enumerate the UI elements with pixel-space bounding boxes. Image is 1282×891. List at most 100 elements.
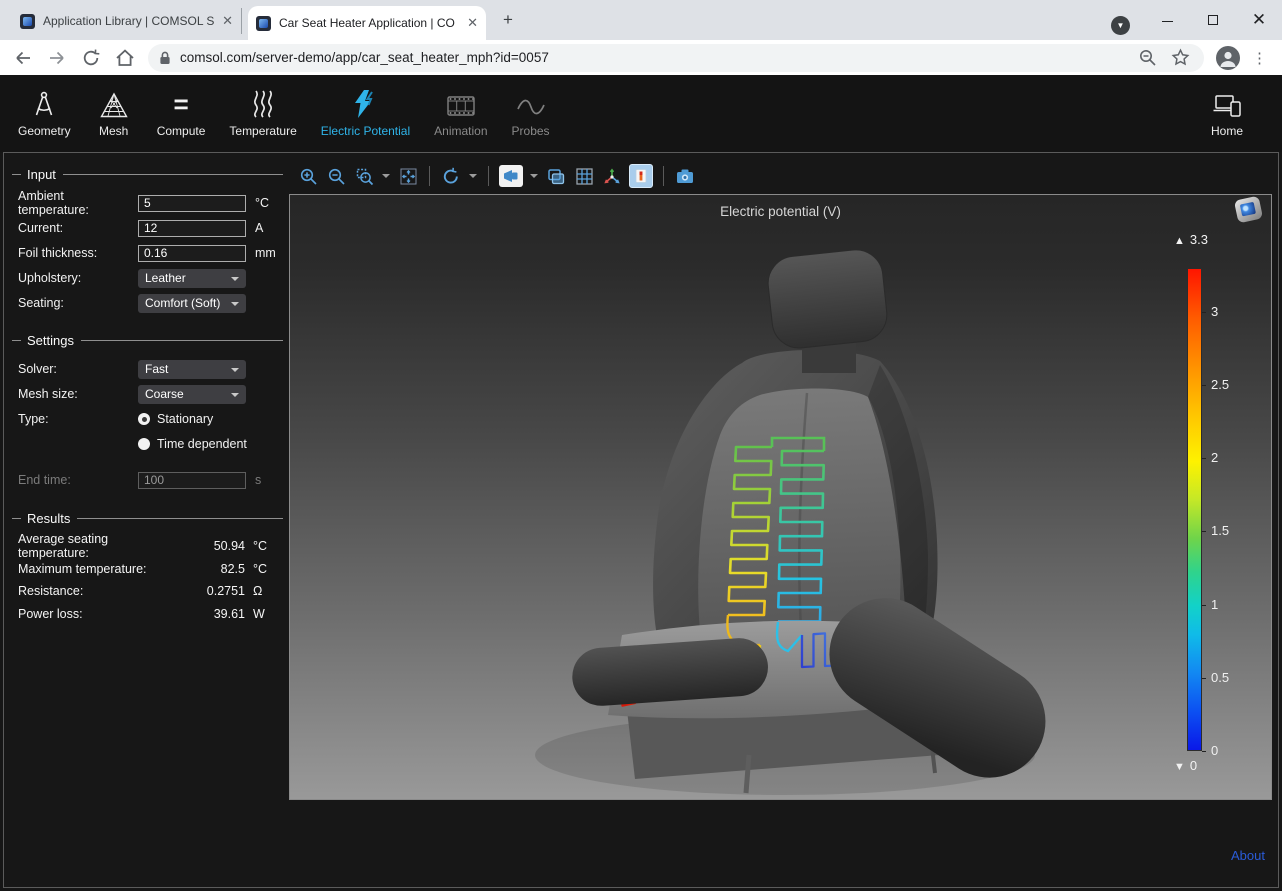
radio-stationary[interactable] [138,413,150,425]
ribbon-electric-potential-button[interactable]: Electric Potential [309,85,422,140]
comsol-favicon [256,16,271,31]
colorbar-tick: 0 [1211,743,1251,758]
tab-title: Application Library | COMSOL Se [43,14,214,28]
tab-close-icon[interactable]: ✕ [222,13,233,29]
field-type: Type: Stationary [18,407,281,431]
field-solver: Solver: Fast [18,357,281,381]
grid-icon[interactable] [573,165,595,187]
zoom-out-page-icon[interactable] [1138,48,1157,67]
geometry-icon [30,87,58,119]
scene-light-caret-icon[interactable] [530,174,538,178]
compute-icon: = [173,87,188,119]
screenshot-icon[interactable] [674,165,696,187]
plot-canvas[interactable]: Electric potential (V) ▲3.3 ▼0 3 2.5 2 1… [289,194,1272,800]
zoom-in-icon[interactable] [297,165,319,187]
zoom-out-icon[interactable] [325,165,347,187]
about-link[interactable]: About [1231,848,1265,863]
colorbar-tick: 3 [1211,304,1251,319]
browser-menu-icon[interactable]: ⋮ [1252,49,1267,67]
ribbon-home-button[interactable]: Home [1196,85,1258,140]
colorbar-tick: 2 [1211,450,1251,465]
result-power-loss: Power loss: 39.61 W [18,603,279,626]
address-bar: comsol.com/server-demo/app/car_seat_heat… [0,40,1282,75]
tab-close-icon[interactable]: ✕ [467,15,478,31]
tab-car-seat-heater[interactable]: Car Seat Heater Application | CO ✕ [248,6,486,40]
lock-icon [158,50,172,66]
app-ribbon: Geometry Mesh = Compute Temperature Elec… [0,75,1282,152]
profile-avatar[interactable] [1216,46,1240,70]
field-current: Current: A [18,216,281,240]
color-legend-icon[interactable] [629,164,653,188]
toolbar-separator [663,166,664,186]
ribbon-temperature-button[interactable]: Temperature [217,85,308,140]
forward-icon[interactable] [46,47,68,69]
colorbar-tick: 2.5 [1211,377,1251,392]
field-end-time: End time: s [18,468,281,492]
car-seat-plot [290,195,1272,800]
toolbar-separator [429,166,430,186]
ribbon-probes-button: Probes [500,85,562,140]
colorbar-tick: 1.5 [1211,523,1251,538]
sidebar: Input Ambient temperature: °C Current: A… [4,153,289,887]
rotate-caret-icon[interactable] [469,174,477,178]
field-ambient-temperature: Ambient temperature: °C [18,191,281,215]
close-button[interactable]: ✕ [1236,10,1282,30]
graphics-toolbar [297,163,696,189]
seating-dropdown[interactable]: Comfort (Soft) [138,294,246,313]
browser-update-icon[interactable]: ▼ [1111,16,1130,35]
field-foil-thickness: Foil thickness: mm [18,241,281,265]
animation-icon [446,87,476,119]
result-average-seating-temperature: Average seating temperature: 50.94 °C [18,535,279,558]
axes-icon[interactable] [601,165,623,187]
colorbar-min-label: ▼0 [1174,758,1197,773]
tab-title: Car Seat Heater Application | CO [279,16,459,30]
ambient-temperature-input[interactable] [138,195,246,212]
color-bar [1187,268,1202,751]
end-time-input [138,472,246,489]
transparency-icon[interactable] [545,165,567,187]
tab-application-library[interactable]: Application Library | COMSOL Se ✕ [12,8,242,34]
colorbar-tick: 0.5 [1211,670,1251,685]
browser-tab-strip: Application Library | COMSOL Se ✕ Car Se… [0,0,1282,40]
current-input[interactable] [138,220,246,237]
url-text: comsol.com/server-demo/app/car_seat_heat… [180,50,1138,65]
bookmark-star-icon[interactable] [1171,48,1190,67]
zoom-box-icon[interactable] [353,165,375,187]
solver-dropdown[interactable]: Fast [138,360,246,379]
ribbon-animation-button: Animation [422,85,499,140]
max-triangle-icon: ▲ [1174,235,1185,247]
field-mesh-size: Mesh size: Coarse [18,382,281,406]
colorbar-max-label: ▲3.3 [1174,232,1208,247]
ribbon-mesh-button[interactable]: Mesh [83,85,145,140]
back-icon[interactable] [12,47,34,69]
reload-icon[interactable] [80,47,102,69]
ribbon-geometry-button[interactable]: Geometry [6,85,83,140]
section-results-title: Results [12,511,283,526]
url-omnibox[interactable]: comsol.com/server-demo/app/car_seat_heat… [148,44,1204,72]
field-type-option2: Time dependent [18,432,281,456]
radio-time-dependent[interactable] [138,438,150,450]
field-seating: Seating: Comfort (Soft) [18,291,281,315]
temperature-icon [251,87,275,119]
foil-thickness-input[interactable] [138,245,246,262]
scene-light-icon[interactable] [499,165,523,187]
toolbar-separator [488,166,489,186]
probes-icon [516,87,546,119]
result-maximum-temperature: Maximum temperature: 82.5 °C [18,558,279,581]
maximize-button[interactable] [1190,12,1236,28]
minimize-button[interactable] [1144,12,1190,28]
plot-title: Electric potential (V) [290,204,1271,219]
ribbon-compute-button[interactable]: = Compute [145,85,218,140]
new-tab-button[interactable]: + [498,10,518,30]
zoom-extents-icon[interactable] [397,165,419,187]
min-triangle-icon: ▼ [1174,761,1185,773]
home-devices-icon [1212,87,1242,119]
zoom-box-caret-icon[interactable] [382,174,390,178]
electric-potential-icon [352,87,378,119]
app-content: Input Ambient temperature: °C Current: A… [3,152,1279,888]
upholstery-dropdown[interactable]: Leather [138,269,246,288]
section-settings-title: Settings [12,333,283,348]
mesh-size-dropdown[interactable]: Coarse [138,385,246,404]
home-icon[interactable] [114,47,136,69]
rotate-icon[interactable] [440,165,462,187]
